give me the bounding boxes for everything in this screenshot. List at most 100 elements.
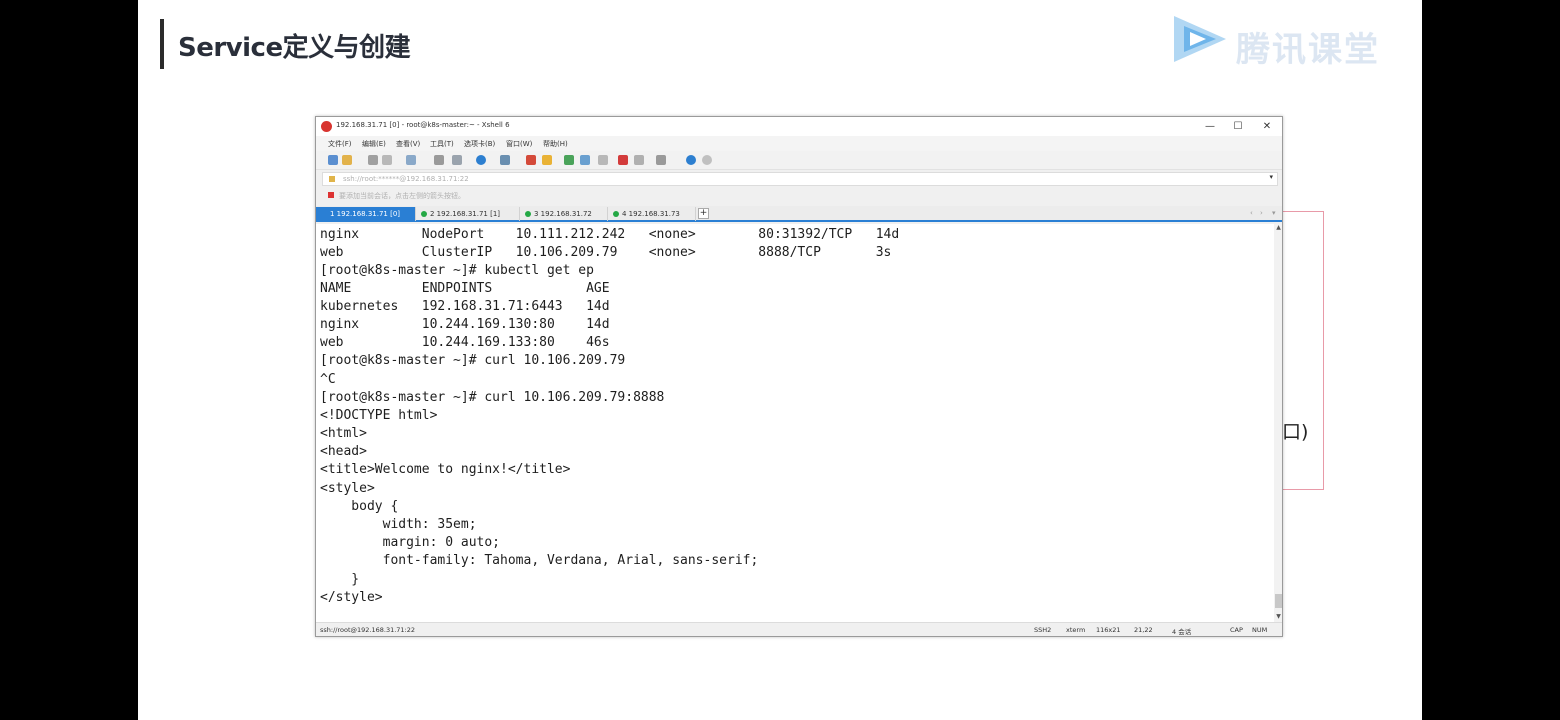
chat-icon[interactable] bbox=[702, 155, 712, 165]
copy-icon[interactable] bbox=[406, 155, 416, 165]
status-cap: CAP bbox=[1230, 626, 1243, 634]
menu-tabs[interactable]: 选项卡(B) bbox=[464, 139, 495, 149]
menu-tools[interactable]: 工具(T) bbox=[430, 139, 454, 149]
terminal-line: <head> bbox=[320, 444, 367, 459]
status-connection: ssh://root@192.168.31.71:22 bbox=[320, 626, 416, 634]
disconnect-icon[interactable] bbox=[368, 155, 378, 165]
address-dropdown-icon[interactable]: ▾ bbox=[1269, 173, 1273, 181]
terminal-line: font-family: Tahoma, Verdana, Arial, san… bbox=[320, 553, 759, 568]
connected-status-icon bbox=[525, 211, 531, 217]
connected-status-icon bbox=[613, 211, 619, 217]
terminal-line: NAME ENDPOINTS AGE bbox=[320, 281, 610, 296]
new-session-icon[interactable] bbox=[328, 155, 338, 165]
terminal-output[interactable]: nginx NodePort 10.111.212.242 <none> 80:… bbox=[316, 224, 1274, 622]
xshell-window: 192.168.31.71 [0] - root@k8s-master:~ - … bbox=[315, 116, 1283, 637]
session-hint-bar: 要添加当前会话，点击左侧的箭头按钮。 bbox=[322, 189, 1278, 203]
menu-window[interactable]: 窗口(W) bbox=[506, 139, 532, 149]
terminal-line: <title>Welcome to nginx!</title> bbox=[320, 462, 571, 477]
terminal-scrollbar[interactable]: ▲ ▼ bbox=[1274, 224, 1282, 622]
scroll-up-icon[interactable]: ▲ bbox=[1274, 224, 1282, 233]
status-term: xterm bbox=[1066, 626, 1086, 634]
globe-icon[interactable] bbox=[476, 155, 486, 165]
terminal-line: [root@k8s-master ~]# curl 10.106.209.79 bbox=[320, 353, 626, 368]
tab-list-icon[interactable]: ▾ bbox=[1272, 209, 1276, 217]
session-hint-text: 要添加当前会话，点击左侧的箭头按钮。 bbox=[339, 192, 465, 200]
highlight-box bbox=[1283, 211, 1324, 490]
terminal-line: </style> bbox=[320, 590, 383, 605]
title-accent-bar bbox=[160, 19, 164, 69]
tab-session-2[interactable]: 2 192.168.31.71 [1] bbox=[416, 207, 520, 221]
terminal-line: nginx 10.244.169.130:80 14d bbox=[320, 317, 610, 332]
tencent-classroom-logo: 腾讯课堂 bbox=[1168, 12, 1383, 70]
tab-session-3[interactable]: 3 192.168.31.72 bbox=[520, 207, 608, 221]
terminal-line: <html> bbox=[320, 426, 367, 441]
terminal-line: web ClusterIP 10.106.209.79 <none> 8888/… bbox=[320, 245, 892, 260]
status-num: NUM bbox=[1252, 626, 1268, 634]
terminal-line: [root@k8s-master ~]# curl 10.106.209.79:… bbox=[320, 390, 665, 405]
find-icon[interactable] bbox=[434, 155, 444, 165]
highlight-icon[interactable] bbox=[618, 155, 628, 165]
tab-label: 4 192.168.31.73 bbox=[622, 210, 680, 218]
compose-icon[interactable] bbox=[634, 155, 644, 165]
fullscreen-icon[interactable] bbox=[564, 155, 574, 165]
tab-next-icon[interactable]: › bbox=[1260, 209, 1263, 217]
connected-status-icon bbox=[421, 211, 427, 217]
help-icon[interactable] bbox=[686, 155, 696, 165]
lock-address-icon bbox=[329, 176, 335, 182]
session-tabs: 1 192.168.31.71 [0] 2 192.168.31.71 [1] … bbox=[316, 206, 1282, 222]
terminal-line: width: 35em; bbox=[320, 517, 477, 532]
slide-title: Service定义与创建 bbox=[178, 33, 411, 63]
tab-session-1[interactable]: 1 192.168.31.71 [0] bbox=[316, 207, 416, 221]
script-icon[interactable] bbox=[542, 155, 552, 165]
toolbar bbox=[316, 151, 1282, 170]
properties-icon[interactable] bbox=[452, 155, 462, 165]
minimize-button[interactable]: — bbox=[1198, 119, 1222, 134]
close-button[interactable]: ✕ bbox=[1255, 119, 1279, 134]
menu-bar: 文件(F) 编辑(E) 查看(V) 工具(T) 选项卡(B) 窗口(W) 帮助(… bbox=[316, 136, 1282, 151]
font-icon[interactable] bbox=[500, 155, 510, 165]
slide-partial-text: 口) bbox=[1282, 421, 1309, 443]
add-tab-button[interactable]: + bbox=[698, 208, 709, 219]
layout-icon[interactable] bbox=[656, 155, 666, 165]
xshell-app-icon bbox=[321, 121, 332, 132]
terminal-line: web 10.244.169.133:80 46s bbox=[320, 335, 610, 350]
terminal-line: } bbox=[320, 572, 360, 587]
terminal-line: margin: 0 auto; bbox=[320, 535, 501, 550]
tab-session-4[interactable]: 4 192.168.31.73 bbox=[608, 207, 696, 221]
scroll-thumb[interactable] bbox=[1275, 594, 1282, 608]
status-cursor: 21,22 bbox=[1134, 626, 1153, 634]
open-folder-icon[interactable] bbox=[342, 155, 352, 165]
status-bar: ssh://root@192.168.31.71:22 SSH2 xterm 1… bbox=[316, 622, 1282, 636]
tab-label: 3 192.168.31.72 bbox=[534, 210, 592, 218]
status-sessions: 4 会话 bbox=[1172, 628, 1192, 636]
terminal-line: nginx NodePort 10.111.212.242 <none> 80:… bbox=[320, 227, 900, 242]
terminal-line: ^C bbox=[320, 372, 336, 387]
terminal-line: <style> bbox=[320, 481, 375, 496]
menu-edit[interactable]: 编辑(E) bbox=[362, 139, 386, 149]
terminal-line: kubernetes 192.168.31.71:6443 14d bbox=[320, 299, 610, 314]
tab-prev-icon[interactable]: ‹ bbox=[1250, 209, 1253, 217]
status-size: 116x21 bbox=[1096, 626, 1121, 634]
window-title: 192.168.31.71 [0] - root@k8s-master:~ - … bbox=[336, 121, 510, 129]
tab-label: 1 192.168.31.71 [0] bbox=[330, 210, 401, 218]
play-logo-icon bbox=[1174, 16, 1226, 62]
menu-file[interactable]: 文件(F) bbox=[328, 139, 352, 149]
menu-help[interactable]: 帮助(H) bbox=[543, 139, 568, 149]
maximize-button[interactable]: ☐ bbox=[1226, 119, 1250, 134]
keyboard-icon[interactable] bbox=[598, 155, 608, 165]
menu-view[interactable]: 查看(V) bbox=[396, 139, 420, 149]
terminal-line: body { bbox=[320, 499, 399, 514]
lock-icon[interactable] bbox=[580, 155, 590, 165]
address-input[interactable]: ssh://root:******@192.168.31.71:22 bbox=[343, 175, 469, 183]
reconnect-icon[interactable] bbox=[382, 155, 392, 165]
terminal-line: <!DOCTYPE html> bbox=[320, 408, 438, 423]
scroll-down-icon[interactable]: ▼ bbox=[1274, 613, 1282, 622]
logo-text: 腾讯课堂 bbox=[1236, 30, 1380, 70]
bookmark-icon[interactable] bbox=[328, 192, 334, 198]
address-bar[interactable]: ssh://root:******@192.168.31.71:22 ▾ bbox=[322, 172, 1278, 186]
tab-label: 2 192.168.31.71 [1] bbox=[430, 210, 501, 218]
xftp-icon[interactable] bbox=[526, 155, 536, 165]
terminal-line: [root@k8s-master ~]# kubectl get ep bbox=[320, 263, 594, 278]
status-protocol: SSH2 bbox=[1034, 626, 1052, 634]
window-titlebar: 192.168.31.71 [0] - root@k8s-master:~ - … bbox=[316, 117, 1282, 136]
